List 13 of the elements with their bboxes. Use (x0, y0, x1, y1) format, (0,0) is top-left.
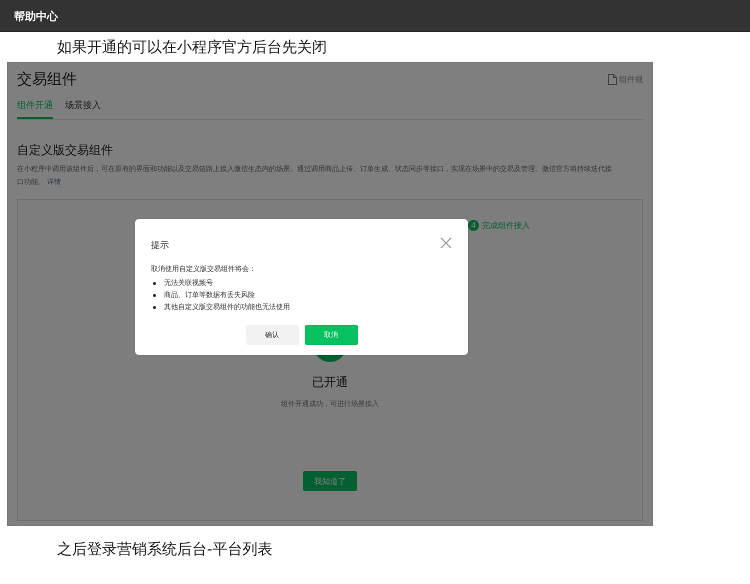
step-label: 完成组件接入 (482, 220, 530, 231)
page-title: 交易组件 (17, 70, 77, 89)
step-number: 4 (468, 220, 479, 231)
acknowledge-button[interactable]: 我知道了 (303, 471, 357, 491)
doc-link[interactable]: 组件规 (608, 74, 643, 85)
dialog-title: 提示 (151, 240, 169, 252)
caption-text: 如果开通的可以在小程序官方后台先关闭 (56, 37, 328, 58)
status-title: 已开通 (312, 374, 348, 391)
tab[interactable]: 场景接入 (65, 99, 101, 119)
section-title: 自定义版交易组件 (17, 142, 114, 159)
tab[interactable]: 组件开通 (17, 99, 53, 119)
caption-text: 之后登录营销系统后台-平台列表 (56, 539, 274, 560)
header-title: 帮助中心 (14, 8, 58, 24)
